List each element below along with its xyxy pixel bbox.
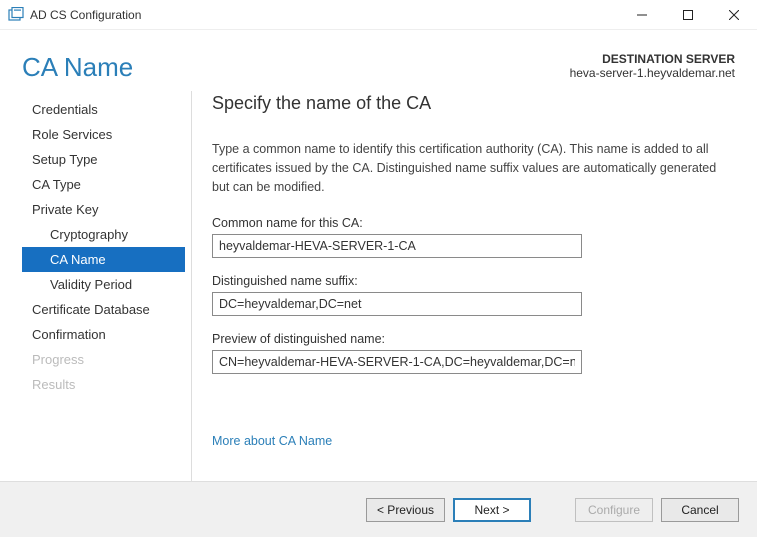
wizard-main: Specify the name of the CA Type a common… (192, 91, 735, 481)
sidebar-step-role-services[interactable]: Role Services (22, 122, 185, 147)
sidebar-step-credentials[interactable]: Credentials (22, 97, 185, 122)
title-bar: AD CS Configuration (0, 0, 757, 30)
maximize-button[interactable] (665, 0, 711, 30)
sidebar-step-results: Results (22, 372, 185, 397)
common-name-label: Common name for this CA: (212, 216, 723, 230)
wizard-body: CredentialsRole ServicesSetup TypeCA Typ… (0, 91, 757, 481)
previous-button[interactable]: < Previous (366, 498, 445, 522)
dn-suffix-label: Distinguished name suffix: (212, 274, 723, 288)
sidebar-step-setup-type[interactable]: Setup Type (22, 147, 185, 172)
header: CA Name DESTINATION SERVER heva-server-1… (0, 30, 757, 91)
destination-server: heva-server-1.heyvaldemar.net (570, 66, 735, 80)
sidebar-step-private-key[interactable]: Private Key (22, 197, 185, 222)
sidebar-step-validity-period[interactable]: Validity Period (22, 272, 185, 297)
field-dn-preview: Preview of distinguished name: (212, 332, 723, 374)
window-title: AD CS Configuration (30, 8, 141, 22)
configure-button[interactable]: Configure (575, 498, 653, 522)
sidebar-step-ca-name[interactable]: CA Name (22, 247, 185, 272)
main-heading: Specify the name of the CA (212, 93, 723, 114)
destination-label: DESTINATION SERVER (570, 52, 735, 66)
app-icon (8, 7, 24, 23)
field-common-name: Common name for this CA: (212, 216, 723, 258)
more-about-link[interactable]: More about CA Name (212, 434, 332, 448)
dn-preview-input[interactable] (212, 350, 582, 374)
sidebar-step-confirmation[interactable]: Confirmation (22, 322, 185, 347)
cancel-button[interactable]: Cancel (661, 498, 739, 522)
dn-preview-label: Preview of distinguished name: (212, 332, 723, 346)
next-button[interactable]: Next > (453, 498, 531, 522)
page-title: CA Name (22, 52, 133, 83)
close-button[interactable] (711, 0, 757, 30)
sidebar-step-certificate-database[interactable]: Certificate Database (22, 297, 185, 322)
sidebar-step-cryptography[interactable]: Cryptography (22, 222, 185, 247)
sidebar-step-ca-type[interactable]: CA Type (22, 172, 185, 197)
destination-block: DESTINATION SERVER heva-server-1.heyvald… (570, 52, 735, 80)
sidebar-step-progress: Progress (22, 347, 185, 372)
dn-suffix-input[interactable] (212, 292, 582, 316)
main-description: Type a common name to identify this cert… (212, 140, 723, 196)
wizard-footer: < Previous Next > Configure Cancel (0, 481, 757, 537)
common-name-input[interactable] (212, 234, 582, 258)
field-dn-suffix: Distinguished name suffix: (212, 274, 723, 316)
wizard-sidebar: CredentialsRole ServicesSetup TypeCA Typ… (22, 91, 192, 481)
minimize-button[interactable] (619, 0, 665, 30)
